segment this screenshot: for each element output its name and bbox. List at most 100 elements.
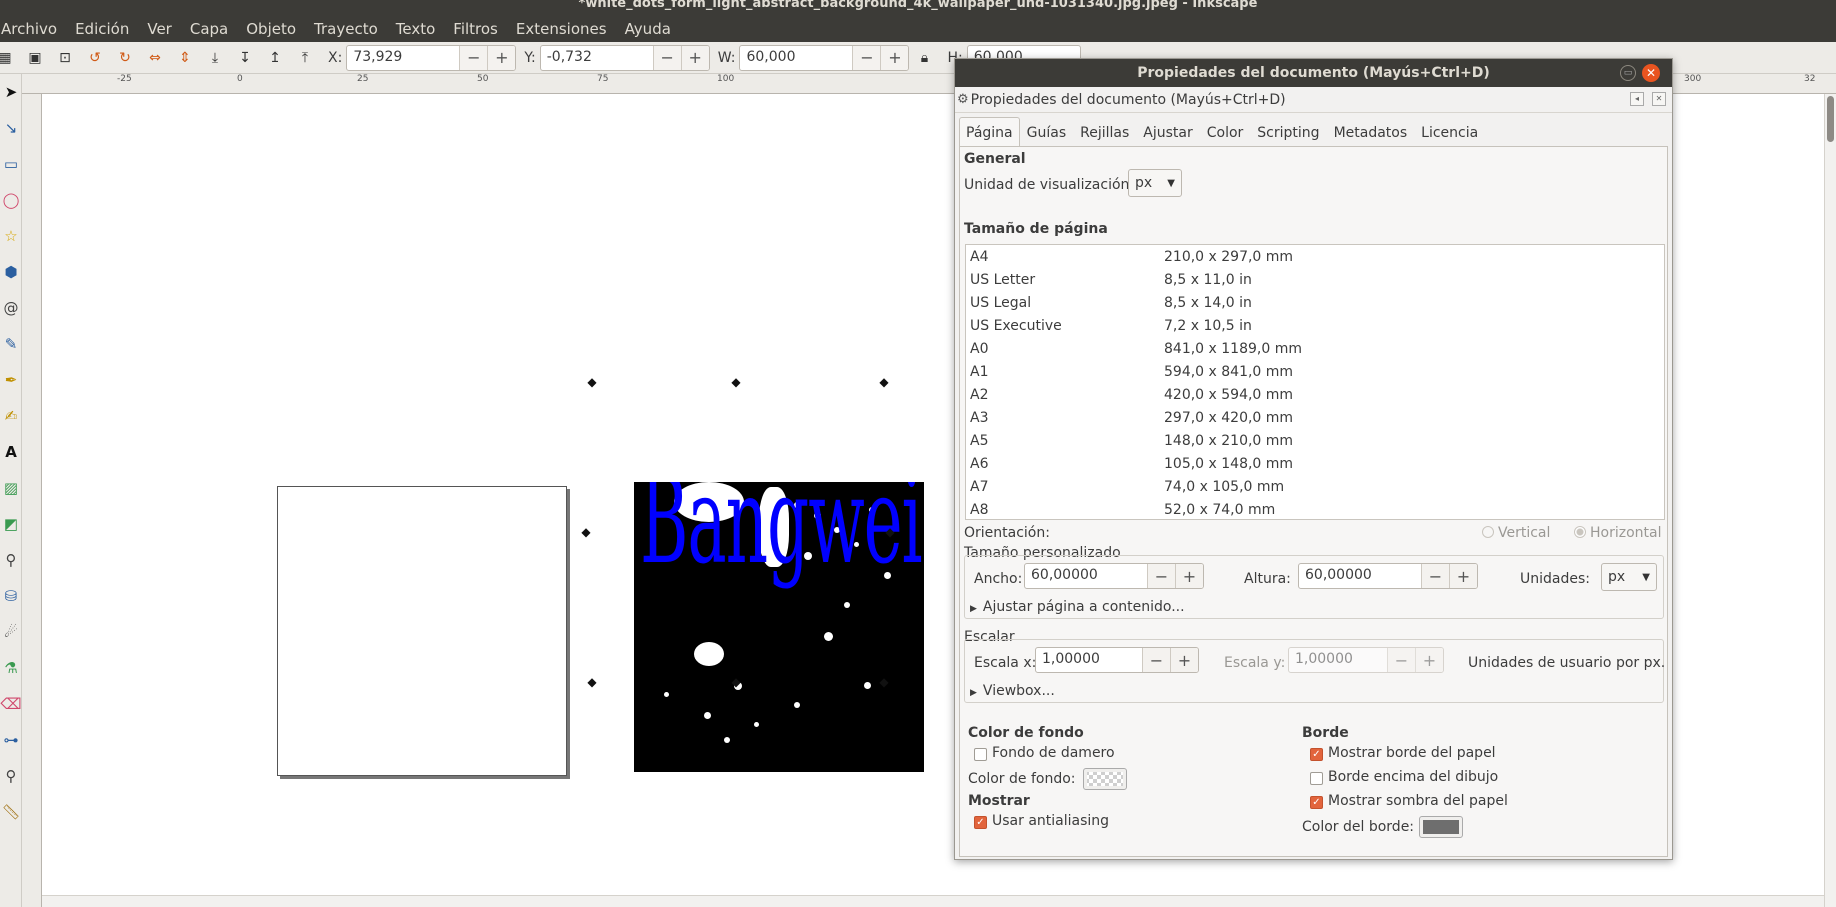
- dropper-tool-icon[interactable]: ⚲: [0, 542, 22, 578]
- list-item[interactable]: US Executive 7,2 x 10,5 in: [966, 314, 1664, 337]
- list-item[interactable]: A2 420,0 x 594,0 mm: [966, 383, 1664, 406]
- viewbox-expander[interactable]: ▶ Viewbox...: [970, 683, 1055, 699]
- raise-to-top-icon[interactable]: ⤒: [294, 47, 316, 69]
- units-select[interactable]: px ▼: [1601, 563, 1657, 591]
- dialog-titlebar[interactable]: Propiedades del documento (Mayús+Ctrl+D)…: [955, 59, 1672, 87]
- scale-handle-nw[interactable]: ◆: [586, 376, 598, 388]
- menu-objeto[interactable]: Objeto: [237, 20, 305, 38]
- zoom-tool-icon[interactable]: ⚲: [0, 758, 22, 794]
- select-all-layers-icon[interactable]: ▣: [24, 47, 46, 69]
- scale-handle-s[interactable]: ◆: [730, 676, 742, 688]
- tab-metadatos[interactable]: Metadatos: [1327, 117, 1415, 147]
- x-decrement-button[interactable]: −: [459, 45, 488, 70]
- tab-ajustar[interactable]: Ajustar: [1136, 117, 1199, 147]
- tab-color[interactable]: Color: [1200, 117, 1251, 147]
- w-increment-button[interactable]: +: [880, 45, 909, 70]
- menu-ayuda[interactable]: Ayuda: [616, 20, 680, 38]
- scale-handle-w[interactable]: ◆: [580, 526, 592, 538]
- height-input[interactable]: 60,00000: [1299, 564, 1421, 588]
- show-shadow-checkbox[interactable]: ✓: [1310, 796, 1323, 809]
- display-unit-select[interactable]: px ▼: [1128, 169, 1182, 197]
- vertical-ruler[interactable]: [22, 94, 42, 907]
- orientation-vertical[interactable]: Vertical: [1482, 525, 1550, 541]
- antialiasing-checkbox[interactable]: ✓: [974, 816, 987, 829]
- node-tool-icon[interactable]: ↘: [0, 110, 22, 146]
- scale-y-input[interactable]: 1,00000: [1289, 648, 1387, 672]
- rotate-ccw-icon[interactable]: ↺: [84, 47, 106, 69]
- flip-vertical-icon[interactable]: ⇕: [174, 47, 196, 69]
- ellipse-tool-icon[interactable]: ◯: [0, 182, 22, 218]
- selector-tool-icon[interactable]: ➤: [0, 74, 22, 110]
- vertical-scrollbar[interactable]: [1824, 94, 1836, 907]
- measure-tool-icon[interactable]: ⊶: [0, 722, 22, 758]
- w-input[interactable]: 60,000: [740, 46, 852, 70]
- list-item[interactable]: A3 297,0 x 420,0 mm: [966, 406, 1664, 429]
- tab-licencia[interactable]: Licencia: [1414, 117, 1485, 147]
- orientation-horizontal[interactable]: Horizontal: [1574, 525, 1661, 541]
- scale-x-decrement-button[interactable]: −: [1142, 648, 1170, 672]
- 3d-box-tool-icon[interactable]: ⬢: [0, 254, 22, 290]
- scrollbar-thumb[interactable]: [1827, 96, 1834, 142]
- scale-handle-n[interactable]: ◆: [730, 376, 742, 388]
- selected-image[interactable]: Bangwei: [634, 482, 924, 772]
- horizontal-scrollbar[interactable]: [42, 895, 1824, 907]
- fit-page-expander[interactable]: ▶ Ajustar página a contenido...: [970, 599, 1185, 615]
- tab-guias[interactable]: Guías: [1020, 117, 1073, 147]
- pen-tool-icon[interactable]: ✒: [0, 362, 22, 398]
- scale-x-increment-button[interactable]: +: [1170, 648, 1198, 672]
- width-increment-button[interactable]: +: [1175, 564, 1203, 588]
- tab-rejillas[interactable]: Rejillas: [1073, 117, 1136, 147]
- lock-icon[interactable]: 🔒︎: [913, 47, 935, 69]
- list-item[interactable]: A4 210,0 x 297,0 mm: [966, 245, 1664, 268]
- menu-filtros[interactable]: Filtros: [444, 20, 507, 38]
- list-item[interactable]: A5 148,0 x 210,0 mm: [966, 429, 1664, 452]
- scale-handle-sw[interactable]: ◆: [586, 676, 598, 688]
- menu-edicion[interactable]: Edición: [66, 20, 138, 38]
- list-item[interactable]: A0 841,0 x 1189,0 mm: [966, 337, 1664, 360]
- y-increment-button[interactable]: +: [680, 45, 709, 70]
- show-border-checkbox[interactable]: ✓: [1310, 748, 1323, 761]
- restore-icon[interactable]: ▭: [1620, 65, 1636, 81]
- text-tool-icon[interactable]: A: [0, 434, 22, 470]
- menu-capa[interactable]: Capa: [181, 20, 237, 38]
- spray-tool-icon[interactable]: ▨: [0, 470, 22, 506]
- spiral-tool-icon[interactable]: @: [0, 290, 22, 326]
- checkerboard-checkbox[interactable]: [974, 748, 987, 761]
- star-tool-icon[interactable]: ☆: [0, 218, 22, 254]
- menu-extensiones[interactable]: Extensiones: [507, 20, 616, 38]
- rectangle-tool-icon[interactable]: ▭: [0, 146, 22, 182]
- height-decrement-button[interactable]: −: [1421, 564, 1449, 588]
- close-icon[interactable]: ✕: [1642, 64, 1660, 82]
- gradient-tool-icon[interactable]: ◩: [0, 506, 22, 542]
- flip-horizontal-icon[interactable]: ⇔: [144, 47, 166, 69]
- x-increment-button[interactable]: +: [487, 45, 516, 70]
- menu-texto[interactable]: Texto: [387, 20, 445, 38]
- lower-icon[interactable]: ↧: [234, 47, 256, 69]
- w-decrement-button[interactable]: −: [852, 45, 881, 70]
- menu-trayecto[interactable]: Trayecto: [305, 20, 387, 38]
- list-item[interactable]: A8 52,0 x 74,0 mm: [966, 498, 1664, 519]
- scale-handle-se[interactable]: ◆: [878, 676, 890, 688]
- rotate-cw-icon[interactable]: ↻: [114, 47, 136, 69]
- select-all-icon[interactable]: ▦: [0, 47, 16, 69]
- bg-color-button[interactable]: [1083, 768, 1127, 790]
- y-decrement-button[interactable]: −: [652, 45, 681, 70]
- tab-pagina[interactable]: Página: [959, 117, 1020, 147]
- x-input[interactable]: 73,929: [347, 46, 459, 70]
- iconify-icon[interactable]: ◂: [1630, 92, 1644, 106]
- page-size-list[interactable]: A4 210,0 x 297,0 mm US Letter 8,5 x 11,0 i…: [965, 244, 1665, 520]
- calligraphy-tool-icon[interactable]: ✍: [0, 398, 22, 434]
- height-increment-button[interactable]: +: [1449, 564, 1477, 588]
- menu-ver[interactable]: Ver: [138, 20, 181, 38]
- scale-y-increment-button[interactable]: +: [1415, 648, 1443, 672]
- list-item[interactable]: A6 105,0 x 148,0 mm: [966, 452, 1664, 475]
- deselect-icon[interactable]: ⊡: [54, 47, 76, 69]
- connector-tool-icon[interactable]: ⚗: [0, 650, 22, 686]
- width-decrement-button[interactable]: −: [1147, 564, 1175, 588]
- paint-bucket-tool-icon[interactable]: ⛁: [0, 578, 22, 614]
- tweak-tool-icon[interactable]: ☄: [0, 614, 22, 650]
- close-panel-icon[interactable]: ✕: [1652, 92, 1666, 106]
- scale-handle-e[interactable]: ◆: [884, 526, 896, 538]
- list-item[interactable]: A1 594,0 x 841,0 mm: [966, 360, 1664, 383]
- tab-scripting[interactable]: Scripting: [1250, 117, 1326, 147]
